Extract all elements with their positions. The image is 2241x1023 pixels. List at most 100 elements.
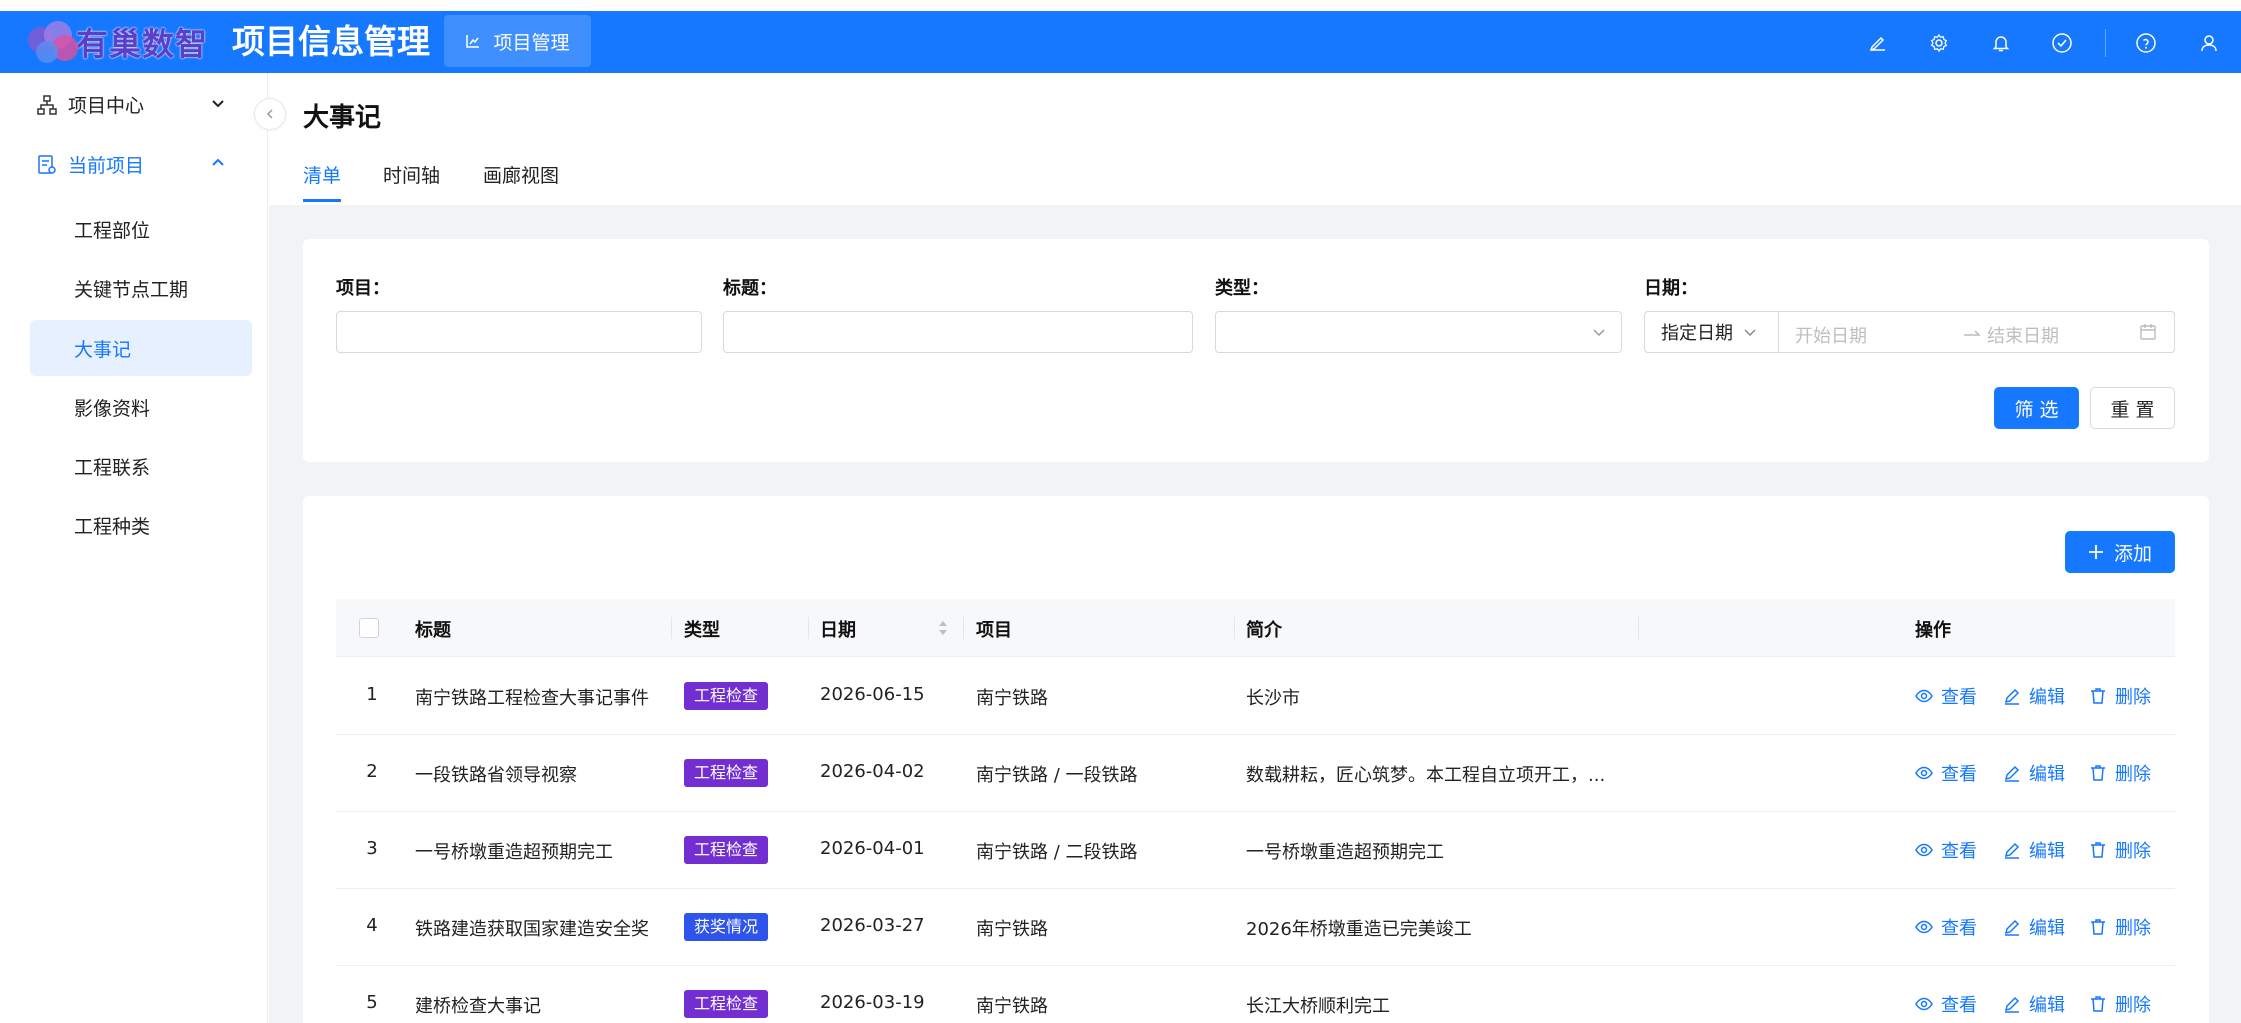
view-button[interactable]: 查看: [1915, 683, 1977, 709]
row-summary: 长江大桥顺利完工: [1246, 996, 1390, 1017]
project-filter-label: 项目：: [336, 278, 390, 299]
row-project: 南宁铁路 / 二段铁路: [976, 842, 1138, 863]
sidebar-item-engineering-contacts[interactable]: 工程联系: [30, 438, 252, 494]
row-title: 铁路建造获取国家建造安全奖: [415, 919, 649, 940]
row-number: 2: [366, 761, 378, 782]
sidebar-item-engineering-types[interactable]: 工程种类: [30, 497, 252, 553]
edit-label: 编辑: [2029, 995, 2065, 1016]
edit-label: 编辑: [2029, 918, 2065, 939]
sidebar-item-engineering-parts[interactable]: 工程部位: [30, 201, 252, 257]
edit-button[interactable]: 编辑: [2003, 683, 2065, 709]
trash-icon: [2091, 688, 2105, 704]
reset-button[interactable]: 重 置: [2090, 387, 2175, 429]
tab-timeline[interactable]: 时间轴: [383, 161, 440, 188]
table-row: 3 一号桥墩重造超预期完工 工程检查 2026-04-01 南宁铁路 / 二段铁路 一号桥…: [336, 812, 2175, 889]
row-project: 南宁铁路: [976, 688, 1048, 709]
check-circle-icon[interactable]: [2050, 31, 2074, 55]
chevron-up-icon: [212, 158, 224, 166]
help-icon[interactable]: [2134, 31, 2158, 55]
select-all-checkbox[interactable]: [359, 618, 379, 638]
delete-button[interactable]: 删除: [2089, 760, 2151, 786]
row-title: 一号桥墩重造超预期完工: [415, 842, 613, 863]
delete-label: 删除: [2115, 918, 2151, 939]
brand-logo[interactable]: 有巢数智: [22, 19, 208, 65]
edit-label: 编辑: [2029, 764, 2065, 785]
start-date-input[interactable]: 开始日期: [1795, 322, 1867, 348]
type-filter-select[interactable]: [1215, 311, 1622, 353]
edit-icon: [2004, 996, 2020, 1013]
column-header-actions: 操作: [1915, 620, 1951, 641]
view-label: 查看: [1941, 841, 1977, 862]
row-date: 2026-03-19: [820, 992, 925, 1013]
row-project: 南宁铁路: [976, 919, 1048, 940]
date-mode-value: 指定日期: [1661, 323, 1733, 344]
eye-icon: [1915, 920, 1933, 934]
date-filter-label: 日期：: [1644, 278, 1698, 299]
sidebar-item-label: 工程部位: [74, 219, 151, 242]
brush-icon[interactable]: [1866, 31, 1890, 55]
arrow-right-icon: [1964, 330, 1981, 336]
sidebar-collapse-button[interactable]: [254, 98, 286, 130]
plus-icon: [2088, 545, 2103, 559]
module-tab-project-management[interactable]: 项目管理: [444, 15, 591, 67]
delete-button[interactable]: 删除: [2089, 837, 2151, 863]
edit-button[interactable]: 编辑: [2003, 760, 2065, 786]
view-button[interactable]: 查看: [1915, 991, 1977, 1017]
gear-icon[interactable]: [1927, 31, 1951, 55]
column-header-summary: 简介: [1246, 620, 1282, 641]
delete-button[interactable]: 删除: [2089, 914, 2151, 940]
sidebar-item-key-milestones[interactable]: 关键节点工期: [30, 260, 252, 316]
column-header-date[interactable]: 日期: [820, 616, 856, 642]
date-range-picker: 指定日期 开始日期 结束日期: [1644, 311, 2175, 353]
tab-list[interactable]: 清单: [303, 161, 341, 188]
sidebar-item-label: 关键节点工期: [74, 278, 189, 301]
view-button[interactable]: 查看: [1915, 760, 1977, 786]
column-divider: [963, 617, 964, 639]
user-icon[interactable]: [2197, 31, 2221, 55]
row-project: 南宁铁路: [976, 996, 1048, 1017]
view-button[interactable]: 查看: [1915, 837, 1977, 863]
sitemap-icon: [37, 95, 57, 115]
date-mode-select[interactable]: 指定日期: [1645, 312, 1779, 352]
page-header: 大事记 清单 时间轴 画廊视图: [269, 73, 2241, 205]
sort-icon[interactable]: [937, 616, 949, 640]
view-button[interactable]: 查看: [1915, 914, 1977, 940]
delete-button[interactable]: 删除: [2089, 683, 2151, 709]
top-header: 有巢数智 项目信息管理 项目管理: [0, 11, 2241, 73]
add-button[interactable]: 添加: [2065, 531, 2175, 573]
type-badge: 工程检查: [684, 759, 769, 787]
edit-button[interactable]: 编辑: [2003, 914, 2065, 940]
sidebar-item-media[interactable]: 影像资料: [30, 379, 252, 435]
project-filter-input[interactable]: [336, 311, 702, 353]
tab-gallery[interactable]: 画廊视图: [483, 161, 559, 188]
row-title: 建桥检查大事记: [415, 996, 541, 1017]
end-date-input[interactable]: 结束日期: [1987, 322, 2059, 348]
edit-button[interactable]: 编辑: [2003, 837, 2065, 863]
bell-icon[interactable]: [1989, 31, 2013, 55]
logo-mark-icon: [22, 19, 84, 65]
row-date: 2026-06-15: [820, 684, 925, 705]
delete-button[interactable]: 删除: [2089, 991, 2151, 1017]
sidebar-group-current-project[interactable]: 当前项目: [0, 135, 268, 193]
trash-icon: [2091, 765, 2105, 781]
project-icon: [38, 155, 56, 174]
edit-button[interactable]: 编辑: [2003, 991, 2065, 1017]
title-filter-input[interactable]: [723, 311, 1193, 353]
sidebar-item-major-events[interactable]: 大事记: [30, 320, 252, 376]
logo-text: 有巢数智: [76, 25, 209, 63]
eye-icon: [1915, 843, 1933, 857]
row-number: 4: [366, 915, 378, 936]
chevron-down-icon: [1593, 329, 1605, 337]
chevron-left-icon: [266, 109, 273, 119]
edit-icon: [2004, 765, 2020, 782]
delete-label: 删除: [2115, 764, 2151, 785]
type-badge: 获奖情况: [684, 913, 769, 941]
row-number: 3: [366, 838, 378, 859]
edit-icon: [2004, 919, 2020, 936]
column-header-title: 标题: [415, 620, 451, 641]
calendar-icon[interactable]: [2139, 323, 2157, 341]
eye-icon: [1915, 997, 1933, 1011]
sidebar-group-project-center[interactable]: 项目中心: [0, 75, 268, 133]
filter-button[interactable]: 筛 选: [1994, 387, 2079, 429]
type-badge: 工程检查: [684, 990, 769, 1018]
